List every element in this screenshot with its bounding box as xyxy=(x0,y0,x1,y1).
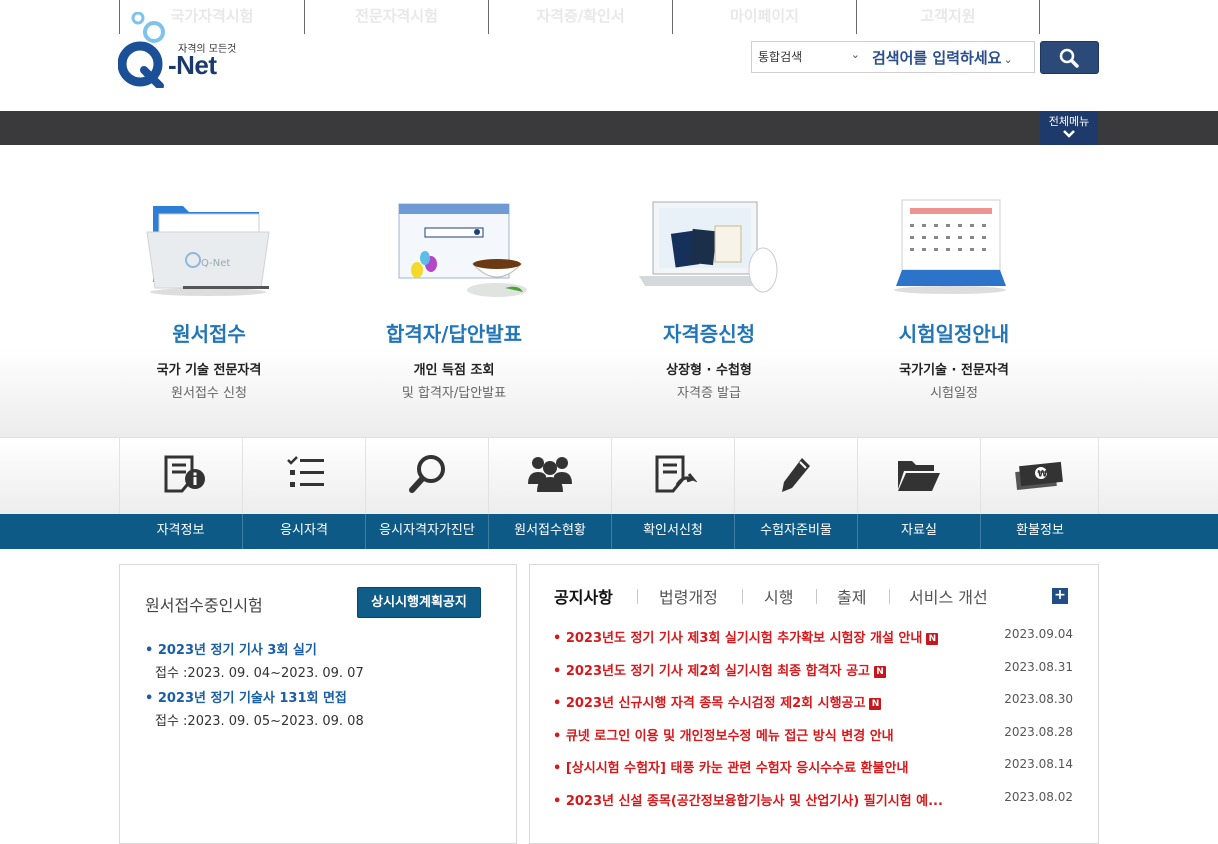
notice-row[interactable]: • 큐넷 로그인 이용 및 개인정보수정 메뉴 접근 방식 변경 안내 2023… xyxy=(553,725,1073,744)
hero-card-application[interactable]: 원서접수 국가 기술 전문자격 원서접수 신청 xyxy=(119,318,299,401)
notice-title: • 2023년도 정기 기사 제2회 실기시험 최종 합격자 공고 xyxy=(553,664,870,679)
quick-label-status[interactable]: 원서접수현황 xyxy=(488,514,611,549)
global-nav xyxy=(0,111,1218,145)
gnb-mypage[interactable]: 마이페이지 xyxy=(672,0,856,34)
notice-row[interactable]: • 2023년 신설 종목(공간정보융합기능사 및 산업기사) 필기시험 예..… xyxy=(553,790,1073,809)
exam-name: • 2023년 정기 기술사 131회 면접 xyxy=(145,691,347,706)
tab-law-revision[interactable]: 법령개정 xyxy=(659,584,718,608)
all-menu-button[interactable]: 전체메뉴 xyxy=(1040,111,1098,145)
quick-label-eligibility[interactable]: 응시자격 xyxy=(242,514,365,549)
hero-title: 시험일정안내 xyxy=(898,322,1010,346)
notice-title: • 2023년도 정기 기사 제3회 실기시험 추가확보 시험장 개설 안내 xyxy=(553,631,923,646)
notice-row[interactable]: • 2023년 신규시행 자격 종목 수시검정 제2회 시행공고 N 2023.0… xyxy=(553,692,1073,711)
new-badge: N xyxy=(926,633,939,645)
tab-notices[interactable]: 공지사항 xyxy=(554,584,613,608)
tab-divider xyxy=(816,589,817,604)
hero-card-certificate[interactable]: 자격증신청 상장형 · 수첩형 자격증 발급 xyxy=(619,318,799,401)
hero-title: 자격증신청 xyxy=(663,322,755,346)
notice-date: 2023.08.30 xyxy=(1004,692,1073,706)
hero-description: 자격증 발급 xyxy=(677,386,741,401)
notice-title-wrap: • 2023년 신규시행 자격 종목 수시검정 제2회 시행공고 N xyxy=(553,692,882,711)
hero-subtitle: 상장형 · 수첩형 xyxy=(666,363,752,378)
notice-row[interactable]: • 2023년도 정기 기사 제2회 실기시험 최종 합격자 공고 N 2023.… xyxy=(553,660,1073,679)
notice-date: 2023.08.31 xyxy=(1004,660,1073,674)
gnb-certificate[interactable]: 자격증/확인서 xyxy=(488,0,672,34)
notice-date: 2023.08.28 xyxy=(1004,725,1073,739)
hero-card-schedule[interactable]: 시험일정안내 국가기술 · 전문자격 시험일정 xyxy=(864,318,1044,401)
chevron-down-icon: ⌄ xyxy=(850,48,860,61)
hero-description: 시험일정 xyxy=(930,386,978,401)
hero-subtitle: 개인 득점 조회 xyxy=(413,363,495,378)
quick-label-supplies[interactable]: 수험자준비물 xyxy=(734,514,857,549)
notice-title-wrap: • 2023년도 정기 기사 제2회 실기시험 최종 합격자 공고 N xyxy=(553,660,886,679)
notice-title: • 큐넷 로그인 이용 및 개인정보수정 메뉴 접근 방식 변경 안내 xyxy=(553,729,894,744)
new-badge: N xyxy=(873,666,886,678)
tab-question[interactable]: 출제 xyxy=(837,584,866,608)
quick-label-info[interactable]: 자격정보 xyxy=(119,514,242,549)
chevron-down-icon xyxy=(1063,130,1075,138)
notice-row[interactable]: • 2023년도 정기 기사 제3회 실기시험 추가확보 시험장 개설 안내 N … xyxy=(553,627,1073,646)
hero-description: 원서접수 신청 xyxy=(171,386,247,401)
tab-divider xyxy=(637,589,638,604)
search-placeholder: 검색어를 입력하세요 xyxy=(872,49,1002,67)
exam-item[interactable]: • 2023년 정기 기사 3회 실기 접수 :2023. 09. 04~202… xyxy=(145,639,364,681)
exam-period: 접수 :2023. 09. 05~2023. 09. 08 xyxy=(155,714,364,729)
tab-service-improvement[interactable]: 서비스 개선 xyxy=(909,584,988,608)
search-input[interactable]: 검색어를 입력하세요 ⌄ xyxy=(868,42,1034,72)
tab-divider xyxy=(889,589,890,604)
new-badge: N xyxy=(869,698,882,710)
notice-row[interactable]: • [상시시험 수험자] 태풍 카눈 관련 수험자 응시수수료 환불안내 202… xyxy=(553,757,1073,776)
certificate-laptop-icon xyxy=(639,201,778,293)
quick-label-self-check[interactable]: 응시자격자가진단 xyxy=(365,514,488,549)
exam-name: • 2023년 정기 기사 3회 실기 xyxy=(145,643,317,658)
search-icon xyxy=(1059,48,1079,68)
gnb-national-exam[interactable]: 국가자격시험 xyxy=(119,0,304,34)
exam-item[interactable]: • 2023년 정기 기술사 131회 면접 접수 :2023. 09. 05~… xyxy=(145,687,364,729)
exam-period: 접수 :2023. 09. 04~2023. 09. 07 xyxy=(155,666,364,681)
notice-title: • 2023년 신설 종목(공간정보융합기능사 및 산업기사) 필기시험 예..… xyxy=(553,794,943,809)
hero-subtitle: 국가 기술 전문자격 xyxy=(156,363,262,378)
application-panel-title: 원서접수중인시험 xyxy=(145,596,263,615)
more-plus-icon[interactable]: + xyxy=(1052,588,1068,604)
quick-label-confirmation[interactable]: 확인서신청 xyxy=(611,514,734,549)
folder-open-icon xyxy=(898,461,940,491)
search-box: 통합검색 ⌄ 검색어를 입력하세요 ⌄ xyxy=(751,41,1035,73)
hero-title: 합격자/답안발표 xyxy=(385,322,523,346)
chevron-down-icon: ⌄ xyxy=(1003,53,1013,66)
search-button[interactable] xyxy=(1040,41,1099,74)
notice-title-wrap: • 2023년도 정기 기사 제3회 실기시험 추가확보 시험장 개설 안내 N xyxy=(553,627,939,646)
notice-title: • [상시시험 수험자] 태풍 카눈 관련 수험자 응시수수료 환불안내 xyxy=(553,761,909,776)
gnb-support[interactable]: 고객지원 xyxy=(856,0,1040,34)
info-document-icon xyxy=(164,455,205,493)
hero-card-results[interactable]: 합격자/답안발표 개인 득점 조회 및 합격자/답안발표 xyxy=(364,318,544,401)
folder-icon: Q-Net xyxy=(146,206,270,296)
people-icon xyxy=(528,457,572,492)
browser-tea-icon xyxy=(398,203,527,297)
all-menu-label: 전체메뉴 xyxy=(1048,115,1090,128)
tab-enforcement[interactable]: 시행 xyxy=(764,584,793,608)
svg-text:₩: ₩ xyxy=(1038,470,1048,480)
notice-date: 2023.09.04 xyxy=(1004,627,1073,641)
hero-description: 및 합격자/답안발표 xyxy=(401,386,507,401)
checklist-icon xyxy=(287,456,324,487)
tab-divider xyxy=(742,589,743,604)
quick-label-archive[interactable]: 자료실 xyxy=(857,514,980,549)
notice-date: 2023.08.14 xyxy=(1004,757,1073,771)
logo-name: -Net xyxy=(168,50,217,80)
notice-title: • 2023년 신규시행 자격 종목 수시검정 제2회 시행공고 xyxy=(553,696,866,711)
gnb-professional-exam[interactable]: 전문자격시험 xyxy=(304,0,488,34)
calendar-icon xyxy=(894,199,1006,294)
regular-exam-plan-button[interactable]: 상시시행계획공지 xyxy=(357,587,481,618)
magnifier-icon xyxy=(409,455,445,493)
notice-date: 2023.08.02 xyxy=(1004,790,1073,804)
quick-label-refund[interactable]: 환불정보 xyxy=(980,514,1099,549)
hero-subtitle: 국가기술 · 전문자격 xyxy=(899,363,1009,378)
search-scope-select[interactable]: 통합검색 ⌄ xyxy=(752,42,868,72)
search-scope-label: 통합검색 xyxy=(758,50,803,64)
money-icon: ₩ xyxy=(1015,461,1063,491)
pencil-icon xyxy=(782,458,810,492)
svg-text:Q-Net: Q-Net xyxy=(201,258,230,269)
document-edit-icon xyxy=(655,455,697,493)
hero-title: 원서접수 xyxy=(172,322,246,346)
